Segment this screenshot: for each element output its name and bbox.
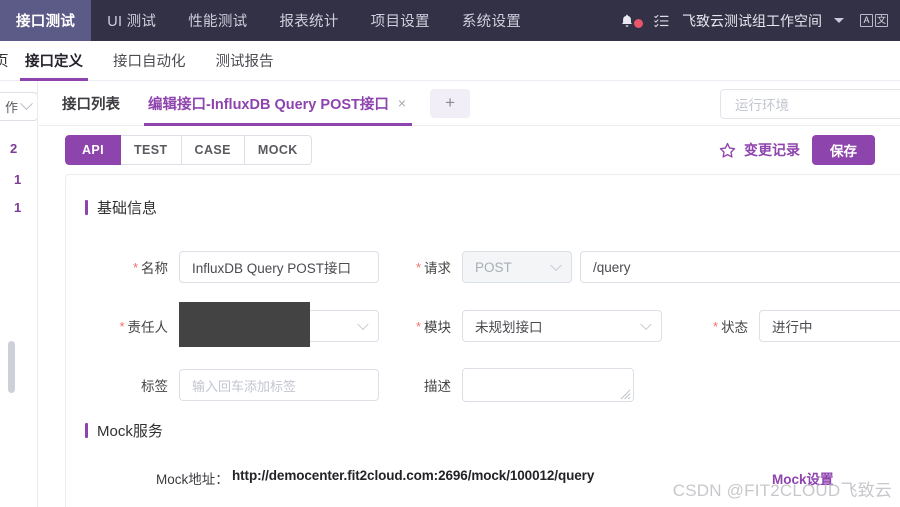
desc-label-text: 描述 — [424, 379, 451, 394]
action-buttons: 变更记录 保存 — [718, 135, 875, 165]
bell-icon — [622, 14, 632, 27]
name-label: 名称 — [108, 251, 168, 283]
top-header: 接口测试 UI 测试 性能测试 报表统计 项目设置 系统设置 飞致云测试组工作空… — [0, 0, 900, 41]
mode-tab-api[interactable]: API — [65, 135, 121, 165]
plus-icon: + — [445, 93, 456, 112]
notification-dot — [634, 18, 643, 28]
main-panel: 接口列表 编辑接口-InfluxDB Query POST接口 × + 运行环境… — [39, 81, 900, 507]
mode-tab-mock[interactable]: MOCK — [244, 135, 312, 165]
chevron-down-icon — [357, 318, 369, 331]
secondary-nav: 页 接口定义 接口自动化 测试报告 — [0, 41, 900, 81]
tag-label: 标签 — [108, 369, 168, 401]
app-root: 接口测试 UI 测试 性能测试 报表统计 项目设置 系统设置 飞致云测试组工作空… — [0, 0, 900, 507]
chevron-down-icon[interactable] — [834, 18, 844, 23]
name-label-text: 名称 — [141, 261, 168, 276]
desc-label: 描述 — [391, 369, 451, 401]
add-tab-button[interactable]: + — [430, 88, 471, 118]
section-accent-bar — [85, 200, 88, 215]
tab-edit-api[interactable]: 编辑接口-InfluxDB Query POST接口 × — [134, 81, 420, 126]
left-sidebar: 作 2 1 1 — [0, 81, 38, 507]
nav-item-performance-test[interactable]: 性能测试 — [172, 0, 263, 41]
basic-info-section-title: 基础信息 — [85, 197, 157, 218]
module-label-text: 模块 — [424, 320, 451, 335]
mock-section-title: Mock服务 — [85, 420, 163, 441]
mock-setting-button[interactable]: Mock设置 — [772, 468, 834, 488]
chevron-down-icon — [550, 259, 562, 272]
changelog-label: 变更记录 — [744, 142, 800, 158]
sidebar-scrollbar[interactable] — [8, 341, 15, 393]
tab-api-list-label: 接口列表 — [62, 96, 120, 113]
mock-title-text: Mock服务 — [97, 423, 163, 440]
subnav-item-test-report[interactable]: 测试报告 — [201, 41, 289, 81]
mode-segmented-control: API TEST CASE MOCK — [65, 135, 312, 165]
nav-item-project-settings[interactable]: 项目设置 — [355, 0, 446, 41]
name-input-value: InfluxDB Query POST接口 — [192, 261, 352, 276]
method-select[interactable]: POST — [462, 251, 572, 283]
sidebar-count-2: 1 — [14, 200, 22, 215]
path-input[interactable]: /query — [580, 251, 900, 283]
status-label-text: 状态 — [721, 320, 748, 335]
tab-edit-api-label: 编辑接口-InfluxDB Query POST接口 — [148, 96, 389, 113]
tag-input-placeholder: 输入回车添加标签 — [192, 378, 297, 394]
nav-item-api-test[interactable]: 接口测试 — [0, 0, 92, 41]
path-input-value: /query — [593, 259, 631, 275]
editor-tab-bar: 接口列表 编辑接口-InfluxDB Query POST接口 × + 运行环境 — [39, 81, 900, 126]
sidebar-filter-label: 作 — [4, 100, 18, 115]
basic-info-title-text: 基础信息 — [97, 200, 158, 217]
status-select-value: 进行中 — [772, 320, 813, 335]
chevron-down-icon — [20, 97, 33, 111]
primary-nav: 接口测试 UI 测试 性能测试 报表统计 项目设置 系统设置 — [0, 0, 537, 41]
nav-item-report-stats[interactable]: 报表统计 — [263, 0, 354, 41]
owner-select[interactable] — [179, 302, 379, 347]
status-select[interactable]: 进行中 — [759, 310, 900, 342]
owner-label: 责任人 — [108, 310, 169, 342]
save-label: 保存 — [830, 144, 857, 159]
name-input[interactable]: InfluxDB Query POST接口 — [179, 251, 379, 283]
star-outline-icon — [719, 142, 736, 158]
changelog-button[interactable]: 变更记录 — [718, 140, 800, 160]
status-label: 状态 — [688, 310, 748, 342]
environment-select[interactable]: 运行环境 — [720, 89, 900, 119]
header-utilities: 飞致云测试组工作空间 A 文 — [619, 0, 900, 41]
mode-tab-test[interactable]: TEST — [121, 135, 182, 165]
save-button[interactable]: 保存 — [812, 135, 875, 165]
method-label: 请求 — [391, 251, 451, 283]
owner-redaction-block — [179, 302, 310, 347]
subnav-clipped-item[interactable]: 页 — [0, 50, 10, 71]
tag-label-text: 标签 — [141, 379, 168, 394]
tab-api-list[interactable]: 接口列表 — [48, 81, 134, 126]
method-label-text: 请求 — [424, 261, 451, 276]
nav-item-ui-test[interactable]: UI 测试 — [91, 0, 172, 41]
sidebar-count-0: 2 — [10, 141, 18, 156]
workspace-name[interactable]: 飞致云测试组工作空间 — [682, 11, 822, 31]
lang-letter-cn: 文 — [875, 14, 888, 27]
tag-input[interactable]: 输入回车添加标签 — [179, 369, 379, 401]
module-select[interactable]: 未规划接口 — [462, 310, 662, 342]
subnav-item-api-automation[interactable]: 接口自动化 — [98, 41, 201, 81]
environment-placeholder: 运行环境 — [735, 98, 789, 113]
desc-textarea[interactable] — [462, 368, 634, 402]
sidebar-filter-select[interactable]: 作 — [0, 92, 37, 121]
mode-tab-case[interactable]: CASE — [181, 135, 245, 165]
mock-address-value: http://democenter.fit2cloud.com:2696/moc… — [232, 468, 595, 483]
module-select-value: 未规划接口 — [475, 320, 543, 335]
lang-letter-a: A — [860, 14, 873, 27]
api-definition-card: 基础信息 名称 InfluxDB Query POST接口 请求 POST /q… — [65, 174, 900, 507]
language-switch[interactable]: A 文 — [860, 14, 888, 27]
notification-bell[interactable] — [619, 13, 643, 29]
sidebar-count-1: 1 — [14, 172, 22, 187]
task-list-icon[interactable] — [653, 13, 670, 29]
resize-grip-icon[interactable] — [620, 389, 631, 400]
section-accent-bar — [85, 423, 88, 438]
close-icon[interactable]: × — [398, 96, 406, 110]
editor-action-bar: API TEST CASE MOCK 变更记录 保存 — [39, 126, 900, 174]
nav-item-system-settings[interactable]: 系统设置 — [446, 0, 537, 41]
subnav-item-api-definition[interactable]: 接口定义 — [10, 41, 98, 81]
module-label: 模块 — [391, 310, 451, 342]
chevron-down-icon — [640, 318, 652, 331]
owner-label-text: 责任人 — [127, 320, 169, 335]
method-select-value: POST — [475, 259, 512, 275]
mock-address-label: Mock地址： — [156, 472, 229, 487]
